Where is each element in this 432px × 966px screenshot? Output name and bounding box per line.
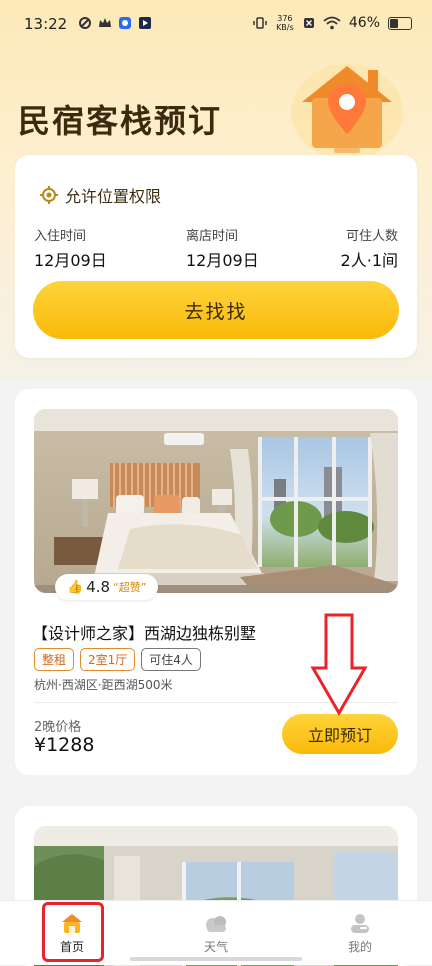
location-permission-text: 允许位置权限 <box>65 187 162 206</box>
checkin-field[interactable]: 入住时间 12月09日 <box>34 225 107 271</box>
page-title: 民宿客栈预订 <box>18 102 223 140</box>
annotation-highlight-box <box>42 902 104 962</box>
gesture-bar <box>130 957 302 961</box>
tag-chip: 2室1厅 <box>80 648 136 671</box>
location-target-icon <box>40 186 58 204</box>
guests-value: 2人·1间 <box>340 251 398 270</box>
network-speed-value: 376 <box>277 14 293 23</box>
listing-tags: 整租 2室1厅 可住4人 <box>34 648 201 671</box>
thumbs-up-icon: 👍 <box>67 579 84 595</box>
cloud-icon <box>206 916 226 932</box>
listing-title[interactable]: 【设计师之家】西湖边独栋别墅 <box>32 620 256 644</box>
video-app-icon <box>139 17 151 29</box>
listing-location: 杭州·西湖区·距西湖500米 <box>34 678 173 692</box>
tab-weather[interactable]: 天气 <box>171 901 261 965</box>
listing-photo[interactable] <box>34 409 398 593</box>
sim-icon <box>303 18 314 28</box>
rating-score: 4.8 <box>86 578 111 596</box>
listing-card[interactable]: 👍 4.8 “超赞” 【设计师之家】西湖边独栋别墅 整租 2室1厅 可住4人 杭… <box>15 389 417 775</box>
checkout-field[interactable]: 离店时间 12月09日 <box>186 225 259 271</box>
price-label: 2晚价格 <box>34 720 82 735</box>
bedroom-photo-illustration <box>34 409 398 593</box>
book-now-button[interactable]: 立即预订 <box>282 714 398 754</box>
network-speed: 376 KB/s <box>275 14 295 32</box>
guests-field[interactable]: 可住人数 2人·1间 <box>341 225 398 271</box>
user-icon <box>351 914 369 933</box>
rating-tag: “超赞” <box>113 581 147 594</box>
booking-search-card: 允许位置权限 入住时间 12月09日 离店时间 12月09日 可住人数 2人·1… <box>15 155 417 358</box>
status-app-icons <box>78 16 152 30</box>
tab-me[interactable]: 我的 <box>315 901 405 965</box>
checkin-value: 12月09日 <box>34 251 107 270</box>
tab-weather-label: 天气 <box>203 940 228 954</box>
rating-badge: 👍 4.8 “超赞” <box>55 574 159 600</box>
crown-icon <box>99 18 111 27</box>
tag-chip: 整租 <box>34 648 75 671</box>
wifi-icon <box>323 16 341 30</box>
status-right: 376 KB/s 46% <box>253 14 412 32</box>
guests-label: 可住人数 <box>345 229 398 244</box>
status-bar: 13:22 376 KB/s 46% <box>0 0 432 52</box>
location-permission-row[interactable]: 允许位置权限 <box>39 183 161 207</box>
status-time: 13:22 <box>24 15 68 33</box>
battery-icon <box>388 16 412 30</box>
checkout-value: 12月09日 <box>186 251 259 270</box>
tag-chip: 可住4人 <box>141 648 201 671</box>
notification-app-icon <box>79 17 91 29</box>
annotation-arrow <box>310 613 368 716</box>
tab-me-label: 我的 <box>347 940 372 954</box>
browser-app-icon <box>119 17 131 29</box>
checkout-label: 离店时间 <box>186 229 239 244</box>
battery-percent: 46% <box>348 15 380 31</box>
checkin-label: 入住时间 <box>34 229 87 244</box>
price-value: ¥1288 <box>34 734 95 756</box>
search-button[interactable]: 去找找 <box>33 281 399 339</box>
network-speed-unit: KB/s <box>276 23 294 32</box>
vibrate-icon <box>253 17 267 29</box>
house-location-illustration <box>291 64 403 160</box>
